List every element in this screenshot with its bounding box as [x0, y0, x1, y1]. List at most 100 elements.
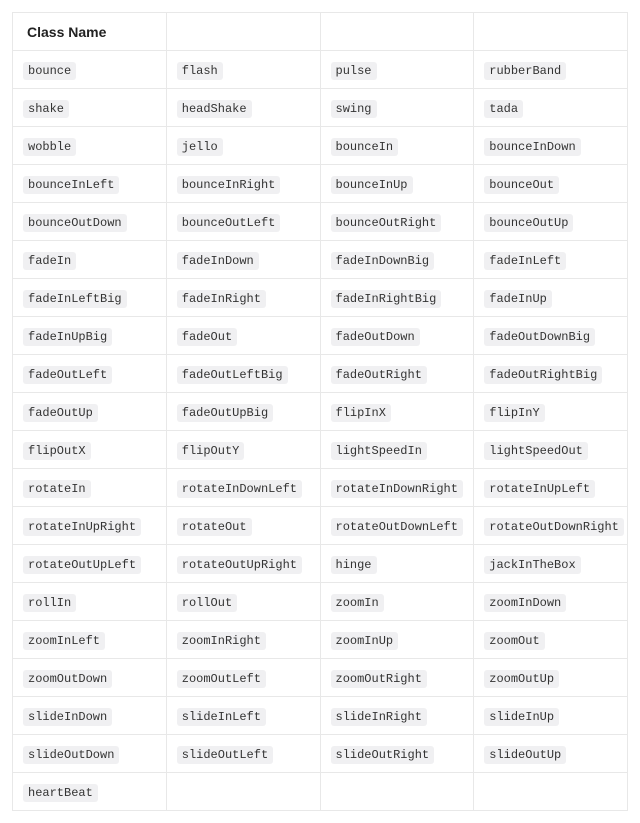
table-cell: fadeInRight [166, 279, 320, 317]
table-row: heartBeat [13, 773, 628, 811]
class-name-code: fadeOutUpBig [177, 404, 273, 422]
table-cell: zoomInUp [320, 621, 474, 659]
table-cell: zoomInDown [474, 583, 628, 621]
class-name-code: slideOutUp [484, 746, 566, 764]
table-cell: bounceOutUp [474, 203, 628, 241]
table-row: shakeheadShakeswingtada [13, 89, 628, 127]
table-cell: flipInX [320, 393, 474, 431]
table-cell: fadeOutDownBig [474, 317, 628, 355]
table-cell: slideOutUp [474, 735, 628, 773]
table-cell: rollOut [166, 583, 320, 621]
table-row: bounceInLeftbounceInRightbounceInUpbounc… [13, 165, 628, 203]
table-cell: rollIn [13, 583, 167, 621]
table-cell: slideInUp [474, 697, 628, 735]
table-cell: slideInLeft [166, 697, 320, 735]
table-cell: rotateInUpRight [13, 507, 167, 545]
class-name-code: fadeOutLeft [23, 366, 112, 384]
table-cell: headShake [166, 89, 320, 127]
table-cell: zoomInRight [166, 621, 320, 659]
table-cell [474, 773, 628, 811]
class-name-code: rubberBand [484, 62, 566, 80]
class-name-code: tada [484, 100, 523, 118]
table-cell: heartBeat [13, 773, 167, 811]
table-cell: lightSpeedIn [320, 431, 474, 469]
table-cell: fadeOut [166, 317, 320, 355]
class-name-code: heartBeat [23, 784, 98, 802]
class-name-code: rotateOutUpLeft [23, 556, 141, 574]
table-cell [166, 773, 320, 811]
table-cell: flipInY [474, 393, 628, 431]
class-name-code: fadeInLeft [484, 252, 566, 270]
table-row: fadeIn fadeInDown fadeInDownBig fadeInLeft [13, 241, 628, 279]
table-cell: zoomOut [474, 621, 628, 659]
class-name-code: rotateInUpLeft [484, 480, 595, 498]
table-cell: shake [13, 89, 167, 127]
table-cell: rotateIn [13, 469, 167, 507]
table-cell: rotateInUpLeft [474, 469, 628, 507]
table-header-cell [320, 13, 474, 51]
table-cell: rotateOutUpLeft [13, 545, 167, 583]
table-cell: bounceIn [320, 127, 474, 165]
table-cell: pulse [320, 51, 474, 89]
class-name-code: fadeInDownBig [331, 252, 435, 270]
table-cell: fadeInRightBig [320, 279, 474, 317]
table-cell: lightSpeedOut [474, 431, 628, 469]
class-name-code: bounceOutLeft [177, 214, 281, 232]
table-row: fadeOutLeftfadeOutLeftBigfadeOutRightfad… [13, 355, 628, 393]
table-cell: fadeOutDown [320, 317, 474, 355]
class-name-code: zoomInLeft [23, 632, 105, 650]
class-name-code: lightSpeedIn [331, 442, 427, 460]
class-name-code: fadeInLeftBig [23, 290, 127, 308]
table-row: fadeInLeftBig fadeInRightfadeInRightBig fa… [13, 279, 628, 317]
table-cell: fadeOutRightBig [474, 355, 628, 393]
table-cell: rotateInDownLeft [166, 469, 320, 507]
table-cell: bounceOut [474, 165, 628, 203]
table-header-cell: Class Name [13, 13, 167, 51]
table-cell: rotateOut [166, 507, 320, 545]
table-cell: tada [474, 89, 628, 127]
table-cell: fadeInUp [474, 279, 628, 317]
class-name-code: flipInY [484, 404, 544, 422]
table-cell: fadeOutLeft [13, 355, 167, 393]
table-cell: bounceOutDown [13, 203, 167, 241]
table-cell: bounceInDown [474, 127, 628, 165]
table-row: fadeInUpBigfadeOutfadeOutDownfadeOutDown… [13, 317, 628, 355]
class-name-code: fadeIn [23, 252, 76, 270]
table-cell: zoomInLeft [13, 621, 167, 659]
table-cell: zoomOutLeft [166, 659, 320, 697]
table-row: bounceflashpulserubberBand [13, 51, 628, 89]
class-name-code: fadeOutUp [23, 404, 98, 422]
class-name-code: pulse [331, 62, 377, 80]
table-cell: fadeInLeftBig [13, 279, 167, 317]
class-name-code: flash [177, 62, 223, 80]
table-header-cell [166, 13, 320, 51]
class-name-code: zoomInUp [331, 632, 399, 650]
table-cell: fadeOutRight [320, 355, 474, 393]
class-name-code: slideInUp [484, 708, 559, 726]
class-name-code: flipOutY [177, 442, 245, 460]
class-name-code: rotateOutDownLeft [331, 518, 463, 536]
table-cell: wobble [13, 127, 167, 165]
class-name-code: bounceInRight [177, 176, 281, 194]
class-name-code: rotateOutUpRight [177, 556, 302, 574]
class-name-code: headShake [177, 100, 252, 118]
table-cell: fadeInDown [166, 241, 320, 279]
class-name-code: jello [177, 138, 223, 156]
class-name-code: zoomOut [484, 632, 544, 650]
class-name-code: fadeOut [177, 328, 237, 346]
class-name-code: flipOutX [23, 442, 91, 460]
class-name-code: bounceOutDown [23, 214, 127, 232]
table-cell: fadeOutUpBig [166, 393, 320, 431]
table-cell: fadeIn [13, 241, 167, 279]
table-row: rotateOutUpLeftrotateOutUpRighthingejack… [13, 545, 628, 583]
table-row: slideOutDownslideOutLeftslideOutRightsli… [13, 735, 628, 773]
table-cell: slideInDown [13, 697, 167, 735]
table-row: rollInrollOut zoomIn zoomInDown [13, 583, 628, 621]
table-cell: zoomOutRight [320, 659, 474, 697]
class-name-code: zoomIn [331, 594, 384, 612]
class-name-code: fadeInUp [484, 290, 552, 308]
table-cell: rotateOutUpRight [166, 545, 320, 583]
table-row: rotateInrotateInDownLeftrotateInDownRigh… [13, 469, 628, 507]
class-name-code: bounceOut [484, 176, 559, 194]
class-name-code: fadeOutRightBig [484, 366, 602, 384]
